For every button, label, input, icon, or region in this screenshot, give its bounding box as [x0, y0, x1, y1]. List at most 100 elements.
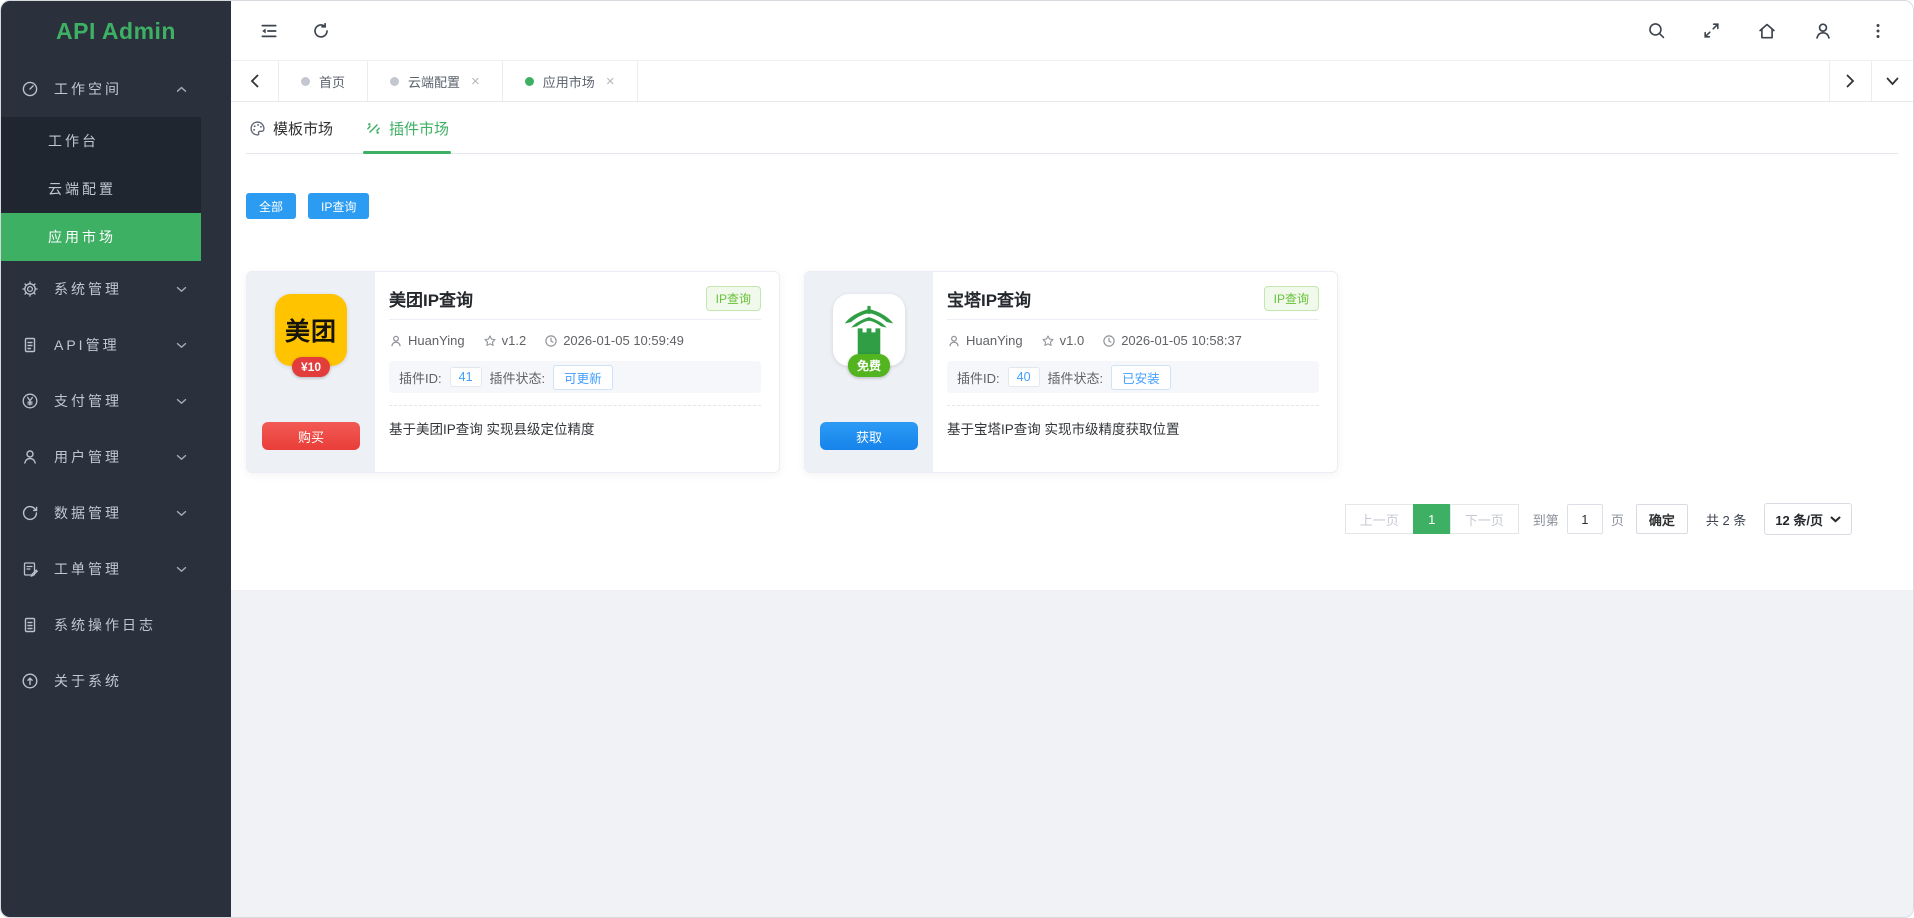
plugin-id-row: 插件ID: 41 插件状态: 可更新: [389, 361, 761, 393]
workspace-submenu: 工作台 云端配置 应用市场: [1, 117, 201, 261]
author-name: HuanYing: [966, 333, 1023, 348]
gear-icon: [21, 280, 39, 298]
divider: [389, 319, 761, 320]
tabs-scroll-left-icon[interactable]: [231, 61, 279, 101]
sidebar-item-cloud-config[interactable]: 云端配置: [1, 165, 201, 213]
close-icon[interactable]: ×: [471, 73, 480, 90]
sidebar-item-label: 用户管理: [54, 447, 176, 467]
category-tag: IP查询: [1264, 286, 1319, 311]
category-filters: 全部 IP查询: [246, 193, 1898, 219]
buy-button[interactable]: 购买: [262, 422, 360, 450]
filter-all-button[interactable]: 全部: [246, 193, 296, 219]
account-icon[interactable]: [1813, 21, 1833, 41]
sidebar-item-workbench[interactable]: 工作台: [1, 117, 201, 165]
page-tabs-bar: 首页 云端配置 × 应用市场 ×: [231, 61, 1913, 102]
top-header: [231, 1, 1913, 61]
card-left-pane: 美团 ¥10 购买: [247, 272, 375, 472]
plugin-status-value[interactable]: 可更新: [553, 365, 613, 390]
home-icon[interactable]: [1757, 21, 1777, 41]
ticket-icon: [21, 560, 39, 578]
sidebar-item-label: 系统操作日志: [54, 615, 187, 635]
sidebar-item-label: API管理: [54, 335, 176, 355]
category-tag: IP查询: [706, 286, 761, 311]
refresh-icon[interactable]: [311, 21, 331, 41]
sidebar-item-app-market[interactable]: 应用市场: [1, 213, 201, 261]
sidebar-item-label: 工单管理: [54, 559, 176, 579]
plugin-card-baota: 免费 获取 宝塔IP查询 IP查询 HuanYing: [804, 271, 1338, 473]
sidebar-item-label: 工作空间: [54, 79, 176, 99]
card-body: 美团IP查询 IP查询 HuanYing v1.2 2026-01-05 10:…: [375, 272, 779, 472]
sidebar-item-ticket-mgmt[interactable]: 工单管理: [1, 541, 201, 597]
tab-app-market[interactable]: 应用市场 ×: [503, 61, 638, 101]
app-logo: API Admin: [1, 1, 231, 61]
main-area: 首页 云端配置 × 应用市场 ×: [231, 1, 1913, 917]
sidebar-item-api-mgmt[interactable]: API管理: [1, 317, 201, 373]
clock-icon: [544, 334, 558, 348]
sidebar-item-operation-log[interactable]: 系统操作日志: [1, 597, 201, 653]
sidebar-item-data-mgmt[interactable]: 数据管理: [1, 485, 201, 541]
app-window: API Admin 工作空间 工作台 云端配置 应用市场 系: [0, 0, 1914, 918]
get-button[interactable]: 获取: [820, 422, 918, 450]
divider: [947, 319, 1319, 320]
plugin-id-value: 40: [1008, 367, 1040, 387]
close-icon[interactable]: ×: [606, 73, 615, 90]
market-tabs: 模板市场 插件市场: [246, 102, 1898, 154]
sidebar-item-user-mgmt[interactable]: 用户管理: [1, 429, 201, 485]
tab-template-market[interactable]: 模板市场: [247, 118, 335, 153]
sidebar: API Admin 工作空间 工作台 云端配置 应用市场 系: [1, 1, 231, 917]
dashed-divider: [389, 405, 761, 406]
tabs-menu-icon[interactable]: [1871, 61, 1913, 101]
tab-label: 云端配置: [408, 72, 460, 91]
data-sync-icon: [21, 504, 39, 522]
filter-ip-query-button[interactable]: IP查询: [308, 193, 369, 219]
sidebar-item-system-mgmt[interactable]: 系统管理: [1, 261, 201, 317]
jump-suffix-label: 页: [1611, 510, 1624, 529]
plugin-status-label: 插件状态:: [490, 368, 546, 387]
free-badge: 免费: [848, 354, 890, 377]
plugin-status-label: 插件状态:: [1048, 368, 1104, 387]
sidebar-item-payment-mgmt[interactable]: 支付管理: [1, 373, 201, 429]
pagination: 上一页 1 下一页 到第 页 确定 共 2 条 12 条/页: [246, 503, 1898, 535]
sidebar-item-workspace[interactable]: 工作空间: [1, 61, 201, 117]
updated-at: 2026-01-05 10:59:49: [563, 333, 684, 348]
plugin-icon: [365, 120, 382, 137]
tabs-scroll-right-icon[interactable]: [1829, 61, 1871, 101]
dashed-divider: [947, 405, 1319, 406]
user-icon: [21, 448, 39, 466]
tab-home[interactable]: 首页: [279, 61, 368, 101]
plugin-status-value[interactable]: 已安装: [1111, 365, 1171, 390]
page-number-input[interactable]: [1567, 504, 1603, 534]
sidebar-item-about-system[interactable]: 关于系统: [1, 653, 201, 709]
log-icon: [21, 616, 39, 634]
sidebar-item-label: 支付管理: [54, 391, 176, 411]
plugin-cards: 美团 ¥10 购买 美团 IP查询 IP查询: [246, 271, 1898, 473]
plugin-title: 宝塔IP查询: [947, 286, 1031, 311]
plugin-description: 基于宝塔IP查询 实现市级精度获取位置: [947, 418, 1319, 438]
search-icon[interactable]: [1647, 21, 1666, 40]
more-options-icon[interactable]: [1869, 22, 1887, 40]
sidebar-item-label: 云端配置: [48, 179, 116, 199]
fullscreen-icon[interactable]: [1702, 21, 1721, 40]
confirm-page-button[interactable]: 确定: [1636, 504, 1688, 534]
version-text: v1.2: [502, 333, 527, 348]
collapse-menu-icon[interactable]: [259, 21, 279, 41]
tab-plugin-market[interactable]: 插件市场: [363, 118, 451, 153]
yen-circle-icon: [21, 392, 39, 410]
next-page-button[interactable]: 下一页: [1450, 504, 1519, 534]
page-size-select[interactable]: 12 条/页: [1764, 503, 1852, 535]
updated-at: 2026-01-05 10:58:37: [1121, 333, 1242, 348]
tabs-spacer: [638, 61, 1829, 101]
sidebar-item-label: 关于系统: [54, 671, 187, 691]
chevron-down-icon: [176, 286, 187, 293]
author-name: HuanYing: [408, 333, 465, 348]
tab-cloud-config[interactable]: 云端配置 ×: [368, 61, 503, 101]
plugin-id-label: 插件ID:: [399, 368, 442, 387]
jump-prefix-label: 到第: [1533, 510, 1559, 529]
sidebar-item-label: 工作台: [48, 131, 99, 151]
dashboard-icon: [21, 80, 39, 98]
plugin-card-meituan: 美团 ¥10 购买 美团IP查询 IP查询: [246, 271, 780, 473]
meituan-app-icon: 美团: [275, 294, 347, 366]
version-text: v1.0: [1060, 333, 1085, 348]
current-page-button[interactable]: 1: [1413, 504, 1451, 534]
prev-page-button[interactable]: 上一页: [1345, 504, 1414, 534]
